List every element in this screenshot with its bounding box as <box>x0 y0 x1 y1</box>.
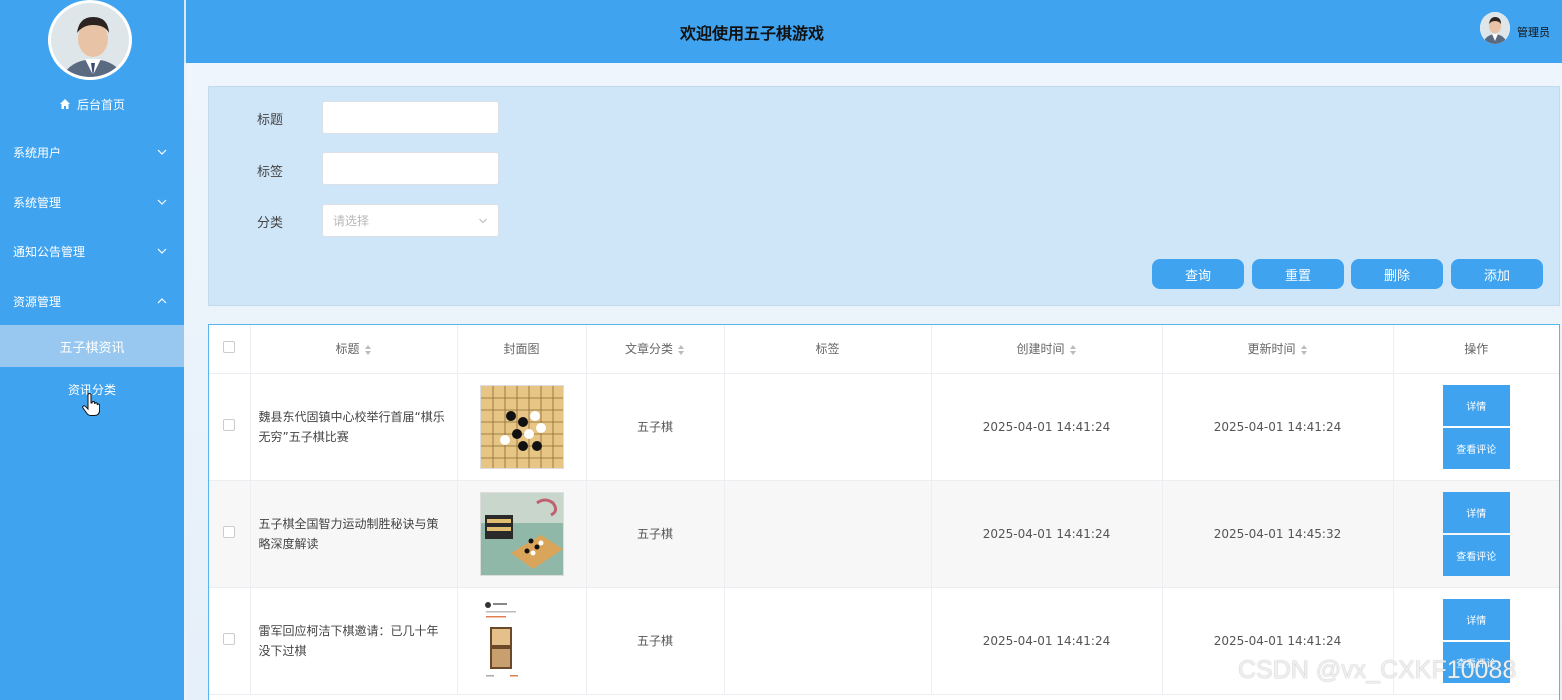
main-content: 标题 标签 分类 请选择 查询 重置 删除 添加 标题 封面图 文章分类 标签 … <box>186 63 1562 700</box>
sort-icon[interactable] <box>1300 344 1308 356</box>
cover-image[interactable] <box>479 384 564 469</box>
row-title: 五子棋全国智力运动制胜秘诀与策略深度解读 <box>250 480 458 588</box>
row-actions: 详情 查看评论 <box>1393 373 1559 481</box>
chevron-down-icon <box>157 248 167 254</box>
sidebar-menu-notice-manage[interactable]: 通知公告管理 <box>0 229 184 273</box>
row-category: 五子棋 <box>586 480 725 588</box>
row-select-cell <box>209 480 251 588</box>
user-name[interactable]: 管理员 <box>1517 24 1550 40</box>
row-updated: 2025-04-01 14:41:24 <box>1162 373 1394 481</box>
chevron-down-icon <box>157 149 167 155</box>
sidebar-home-label: 后台首页 <box>76 97 125 112</box>
category-placeholder: 请选择 <box>333 214 370 228</box>
row-updated: 2025-04-01 14:45:32 <box>1162 480 1394 588</box>
sidebar-menu-label: 系统管理 <box>13 195 62 210</box>
column-header-label: 更新时间 <box>1247 342 1296 357</box>
sidebar-home-link[interactable]: 后台首页 <box>0 92 184 116</box>
page-title: 欢迎使用五子棋游戏 <box>680 24 825 43</box>
row-cover-cell <box>457 480 587 588</box>
title-input[interactable] <box>322 101 499 134</box>
row-tags <box>724 587 932 695</box>
cover-image[interactable] <box>479 598 564 683</box>
column-header-updated[interactable]: 更新时间 <box>1162 325 1394 374</box>
column-header-created[interactable]: 创建时间 <box>931 325 1163 374</box>
query-button[interactable]: 查询 <box>1152 259 1244 289</box>
home-icon <box>59 99 70 109</box>
sort-icon[interactable] <box>677 344 685 356</box>
sidebar-sub-gomoku-news[interactable]: 五子棋资讯 <box>0 325 184 367</box>
column-header-category[interactable]: 文章分类 <box>586 325 725 374</box>
row-updated: 2025-04-01 14:41:24 <box>1162 587 1394 695</box>
view-comments-button[interactable]: 查看评论 <box>1442 641 1510 683</box>
row-title: 魏县东代固镇中心校举行首届“棋乐无穷”五子棋比赛 <box>250 373 458 481</box>
top-header: 欢迎使用五子棋游戏 管理员 <box>184 0 1562 63</box>
row-select-cell <box>209 373 251 481</box>
table-row: 雷军回应柯洁下棋邀请：已几十年没下过棋 五子棋 2025-04-01 14:41… <box>209 587 1559 695</box>
sort-icon[interactable] <box>1069 344 1077 356</box>
view-comments-button[interactable]: 查看评论 <box>1442 427 1510 469</box>
sidebar-menu-label: 通知公告管理 <box>13 244 86 259</box>
user-avatar[interactable] <box>1480 12 1510 44</box>
column-header-tags: 标签 <box>724 325 932 374</box>
row-created: 2025-04-01 14:41:24 <box>931 587 1163 695</box>
pointer-hand-icon <box>82 393 100 416</box>
row-created: 2025-04-01 14:41:24 <box>931 480 1163 588</box>
table-row: 五子棋全国智力运动制胜秘诀与策略深度解读 五子棋 2025-04-01 14:4… <box>209 480 1559 588</box>
column-header-label: 文章分类 <box>624 342 673 357</box>
view-comments-button[interactable]: 查看评论 <box>1442 534 1510 576</box>
category-label: 分类 <box>257 216 284 231</box>
row-category: 五子棋 <box>586 373 725 481</box>
column-header-title[interactable]: 标题 <box>250 325 458 374</box>
column-header-label: 标题 <box>335 342 360 357</box>
table-header-row: 标题 封面图 文章分类 标签 创建时间 更新时间 操作 <box>209 325 1559 374</box>
column-header-cover: 封面图 <box>457 325 587 374</box>
tag-label: 标签 <box>257 165 284 180</box>
row-created: 2025-04-01 14:41:24 <box>931 373 1163 481</box>
column-header-label: 创建时间 <box>1016 342 1065 357</box>
title-label: 标题 <box>257 113 284 128</box>
reset-button[interactable]: 重置 <box>1252 259 1344 289</box>
detail-button[interactable]: 详情 <box>1442 491 1510 533</box>
add-button[interactable]: 添加 <box>1451 259 1543 289</box>
search-panel: 标题 标签 分类 请选择 查询 重置 删除 添加 <box>208 86 1560 306</box>
sidebar: 后台首页 系统用户 系统管理 通知公告管理 资源管理 五子棋资讯 资讯分类 <box>0 0 184 700</box>
tag-input[interactable] <box>322 152 499 185</box>
delete-button[interactable]: 删除 <box>1351 259 1443 289</box>
row-select-cell <box>209 587 251 695</box>
row-checkbox[interactable] <box>223 419 236 431</box>
column-header-actions: 操作 <box>1393 325 1559 374</box>
row-checkbox[interactable] <box>223 633 236 645</box>
row-tags <box>724 373 932 481</box>
news-table: 标题 封面图 文章分类 标签 创建时间 更新时间 操作 魏县东代固镇中心校举行首… <box>209 325 1559 695</box>
table-row: 魏县东代固镇中心校举行首届“棋乐无穷”五子棋比赛 五子棋 2025-04-01 … <box>209 373 1559 481</box>
chevron-down-icon <box>157 199 167 205</box>
detail-button[interactable]: 详情 <box>1442 384 1510 426</box>
sort-icon[interactable] <box>364 344 372 356</box>
sidebar-menu-system-users[interactable]: 系统用户 <box>0 130 184 174</box>
sidebar-menu-resource-manage[interactable]: 资源管理 <box>0 279 184 323</box>
row-cover-cell <box>457 373 587 481</box>
row-actions: 详情 查看评论 <box>1393 587 1559 695</box>
row-actions: 详情 查看评论 <box>1393 480 1559 588</box>
sidebar-avatar[interactable] <box>48 0 132 80</box>
category-select[interactable]: 请选择 <box>322 204 499 237</box>
row-tags <box>724 480 932 588</box>
row-cover-cell <box>457 587 587 695</box>
chevron-up-icon <box>157 298 167 304</box>
sidebar-menu-label: 资源管理 <box>13 294 62 309</box>
chevron-down-icon <box>479 218 487 223</box>
row-title: 雷军回应柯洁下棋邀请：已几十年没下过棋 <box>250 587 458 695</box>
select-all-cell <box>209 325 251 374</box>
news-table-panel: 标题 封面图 文章分类 标签 创建时间 更新时间 操作 魏县东代固镇中心校举行首… <box>208 324 1560 700</box>
row-category: 五子棋 <box>586 587 725 695</box>
sidebar-menu-system-manage[interactable]: 系统管理 <box>0 180 184 224</box>
cover-image[interactable] <box>479 491 564 576</box>
row-checkbox[interactable] <box>223 526 236 538</box>
sidebar-menu-label: 系统用户 <box>13 145 62 160</box>
select-all-checkbox[interactable] <box>223 341 236 354</box>
detail-button[interactable]: 详情 <box>1442 598 1510 640</box>
